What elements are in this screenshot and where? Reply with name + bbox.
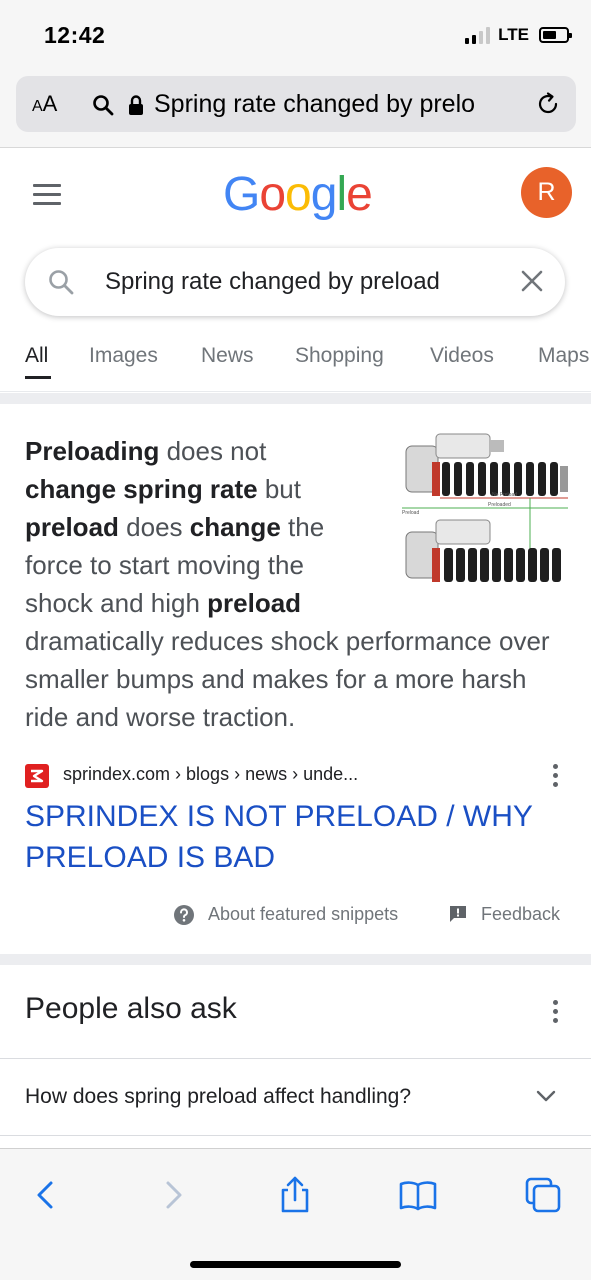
- aa-large-label: A: [42, 91, 58, 116]
- lock-icon: [129, 95, 143, 115]
- status-time: 12:42: [44, 22, 106, 48]
- back-icon[interactable]: [26, 1175, 66, 1215]
- shock-absorber-image[interactable]: No Preload Preload Preloaded: [400, 432, 570, 594]
- tab-all[interactable]: All: [25, 344, 48, 368]
- aa-small-label: A: [32, 98, 43, 115]
- battery-icon: [539, 27, 572, 43]
- logo-letter: g: [310, 168, 338, 221]
- reload-icon[interactable]: [534, 90, 562, 118]
- hamburger-menu-icon[interactable]: [33, 184, 61, 206]
- search-input[interactable]: Spring rate changed by preload: [105, 268, 440, 296]
- snippet-bold-text: Preloading: [25, 436, 160, 466]
- result-title-link[interactable]: SPRINDEX IS NOT PRELOAD / WHY PRELOAD IS…: [25, 796, 545, 878]
- account-avatar[interactable]: R: [521, 167, 572, 218]
- google-header: Google R: [0, 149, 591, 241]
- result-url[interactable]: sprindex.com › blogs › news › unde...: [63, 764, 358, 785]
- tab-news[interactable]: News: [201, 344, 254, 368]
- image-label-preloaded: Preloaded: [488, 502, 511, 508]
- browser-address-area: AA Spring rate changed by prelo: [0, 72, 591, 148]
- site-favicon: [25, 764, 49, 788]
- network-label: LTE: [498, 25, 529, 44]
- battery-level: [543, 31, 557, 39]
- snippet-bold-text: change: [189, 512, 281, 542]
- search-box[interactable]: Spring rate changed by preload: [25, 248, 565, 316]
- snippet-text: No Preload Preload Preloaded Preloading …: [25, 432, 570, 736]
- result-source[interactable]: sprindex.com › blogs › news › unde...: [25, 762, 570, 790]
- tab-maps[interactable]: Maps: [538, 344, 589, 368]
- people-also-ask-heading: People also ask: [25, 992, 237, 1025]
- about-featured-snippets-link[interactable]: About featured snippets: [208, 904, 398, 925]
- logo-letter: l: [336, 168, 347, 221]
- feedback-icon[interactable]: [448, 904, 468, 924]
- active-tab-indicator: [25, 376, 51, 379]
- more-options-icon[interactable]: [553, 1000, 559, 1027]
- logo-letter: o: [285, 168, 312, 221]
- paa-question-text: How does spring preload affect handling?: [25, 1085, 412, 1108]
- help-icon[interactable]: [173, 904, 195, 926]
- more-options-icon[interactable]: [553, 764, 559, 791]
- feedback-link[interactable]: Feedback: [481, 904, 560, 925]
- tabs-icon[interactable]: [523, 1175, 563, 1215]
- snippet-text-segment: does: [118, 512, 190, 542]
- text-size-button[interactable]: AA: [32, 91, 57, 117]
- search-icon: [93, 95, 114, 116]
- section-divider: [0, 393, 591, 404]
- google-logo[interactable]: Google: [223, 167, 373, 222]
- image-label-preload: Preload: [402, 510, 419, 516]
- snippet-footer: About featured snippets Feedback: [0, 902, 591, 932]
- tab-shopping[interactable]: Shopping: [295, 344, 384, 368]
- tab-videos[interactable]: Videos: [430, 344, 494, 368]
- share-icon[interactable]: [275, 1175, 315, 1215]
- bookmarks-icon[interactable]: [398, 1175, 438, 1215]
- browser-toolbar: [0, 1148, 591, 1280]
- signal-icon: [465, 26, 491, 44]
- snippet-text-segment: dramatically reduces shock performance o…: [25, 626, 550, 732]
- address-bar[interactable]: AA Spring rate changed by prelo: [16, 76, 576, 132]
- snippet-bold-text: change spring rate: [25, 474, 258, 504]
- logo-letter: e: [346, 168, 373, 221]
- snippet-text-segment: but: [257, 474, 301, 504]
- paa-question-item[interactable]: How does spring preload affect handling?: [0, 1058, 591, 1136]
- url-text[interactable]: Spring rate changed by prelo: [154, 90, 524, 119]
- snippet-bold-text: preload: [207, 588, 302, 618]
- forward-icon[interactable]: [153, 1175, 193, 1215]
- featured-snippet: No Preload Preload Preloaded Preloading …: [0, 404, 591, 954]
- chevron-down-icon[interactable]: [536, 1089, 556, 1103]
- snippet-text-segment: does not: [159, 436, 267, 466]
- logo-letter: o: [259, 168, 286, 221]
- search-tabs: All Images News Shopping Videos Maps: [0, 330, 591, 392]
- logo-letter: G: [223, 168, 260, 221]
- clear-icon[interactable]: [519, 268, 545, 294]
- snippet-bold-text: preload: [25, 512, 119, 542]
- tab-images[interactable]: Images: [89, 344, 158, 368]
- status-indicators: LTE: [465, 25, 572, 45]
- home-indicator: [190, 1261, 401, 1268]
- status-bar: 12:42 LTE: [0, 0, 591, 72]
- image-label-no-preload: No Preload: [492, 492, 517, 498]
- section-divider: [0, 954, 591, 965]
- search-icon: [49, 270, 74, 295]
